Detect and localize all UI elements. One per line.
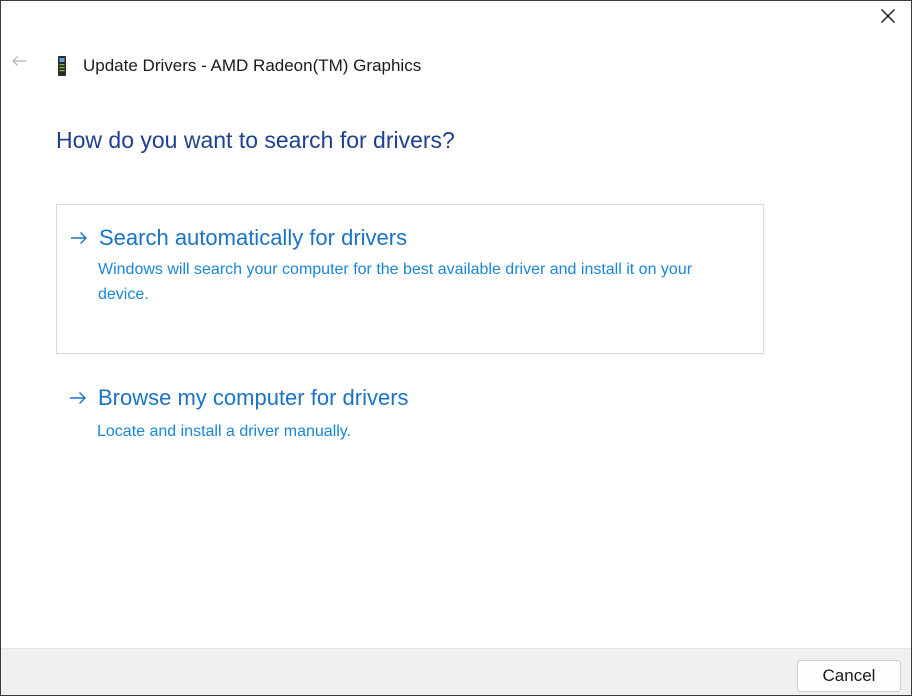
- option-header: Search automatically for drivers: [69, 225, 407, 251]
- back-button[interactable]: [7, 51, 31, 75]
- update-drivers-dialog: Update Drivers - AMD Radeon(TM) Graphics…: [0, 0, 912, 696]
- search-automatically-option[interactable]: Search automatically for drivers Windows…: [56, 204, 764, 354]
- dialog-title-row: Update Drivers - AMD Radeon(TM) Graphics: [55, 53, 421, 79]
- page-heading: How do you want to search for drivers?: [56, 127, 455, 153]
- option-title: Browse my computer for drivers: [98, 385, 409, 410]
- back-arrow-icon: [11, 54, 27, 72]
- dialog-footer: Cancel: [1, 648, 911, 695]
- cancel-button[interactable]: Cancel: [797, 660, 901, 692]
- right-arrow-icon: [68, 388, 88, 408]
- option-header: Browse my computer for drivers: [68, 385, 409, 411]
- browse-computer-option[interactable]: Browse my computer for drivers Locate an…: [56, 369, 764, 469]
- display-adapter-icon: [55, 55, 69, 77]
- close-button[interactable]: [865, 1, 911, 35]
- option-description: Windows will search your computer for th…: [98, 261, 693, 303]
- right-arrow-icon: [69, 228, 89, 248]
- option-title: Search automatically for drivers: [99, 225, 408, 250]
- close-icon: [880, 8, 896, 29]
- dialog-title: Update Drivers - AMD Radeon(TM) Graphics: [83, 56, 422, 75]
- option-description: Locate and install a driver manually.: [97, 423, 352, 440]
